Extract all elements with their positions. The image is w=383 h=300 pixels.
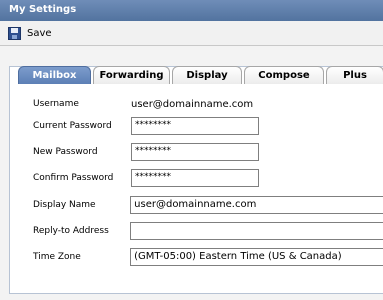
save-button[interactable]: Save [8, 25, 52, 42]
tab-forwarding[interactable]: Forwarding [93, 66, 170, 84]
display-name-row: Display Name user@domainname.com [33, 196, 383, 214]
save-label: Save [27, 28, 52, 39]
username-row: Username user@domainname.com [33, 95, 383, 113]
display-name-label: Display Name [33, 200, 96, 210]
current-password-label: Current Password [33, 121, 112, 131]
time-zone-label: Time Zone [33, 252, 81, 262]
confirm-password-field[interactable]: ******** [131, 169, 259, 187]
time-zone-row: Time Zone (GMT-05:00) Eastern Time (US &… [33, 248, 383, 266]
tab-plus[interactable]: Plus [326, 66, 383, 84]
confirm-password-row: Confirm Password ******** [33, 169, 383, 187]
floppy-disk-icon [8, 27, 21, 40]
tab-compose[interactable]: Compose [244, 66, 324, 84]
reply-to-row: Reply-to Address [33, 222, 383, 240]
display-name-field[interactable]: user@domainname.com [130, 196, 383, 214]
window-title: My Settings [0, 0, 383, 21]
time-zone-select[interactable]: (GMT-05:00) Eastern Time (US & Canada) [130, 248, 383, 266]
settings-tabs: Mailbox Forwarding Display Compose Plus [18, 66, 383, 84]
current-password-row: Current Password ******** [33, 117, 383, 135]
tab-mailbox[interactable]: Mailbox [18, 66, 91, 84]
confirm-password-label: Confirm Password [33, 173, 114, 183]
reply-to-label: Reply-to Address [33, 226, 109, 236]
reply-to-field[interactable] [130, 222, 383, 240]
username-label: Username [33, 99, 79, 109]
current-password-field[interactable]: ******** [131, 117, 259, 135]
toolbar: Save [0, 21, 383, 46]
tab-display[interactable]: Display [172, 66, 242, 84]
new-password-field[interactable]: ******** [131, 143, 259, 161]
new-password-label: New Password [33, 147, 98, 157]
new-password-row: New Password ******** [33, 143, 383, 161]
username-value: user@domainname.com [131, 98, 254, 110]
